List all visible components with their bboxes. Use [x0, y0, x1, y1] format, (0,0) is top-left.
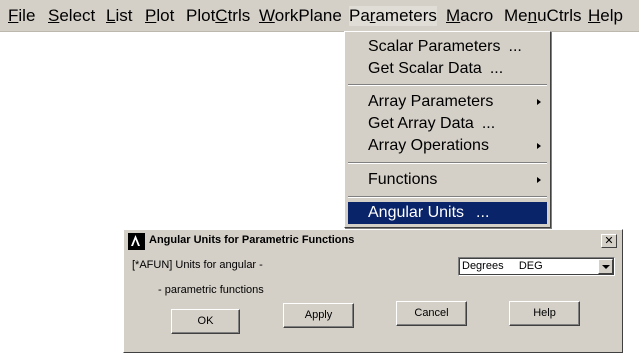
- menu-parameters[interactable]: Parameters: [349, 6, 437, 26]
- help-button[interactable]: Help: [509, 301, 580, 326]
- submenu-arrow-icon: [537, 143, 541, 149]
- ok-button[interactable]: OK: [171, 309, 240, 334]
- ansys-logo-icon: [128, 233, 145, 250]
- submenu-arrow-icon: [537, 99, 541, 105]
- menu-separator: [348, 84, 547, 86]
- menu-item-array-operations[interactable]: Array Operations: [348, 135, 547, 157]
- submenu-arrow-icon: [537, 177, 541, 183]
- menu-plotctrls[interactable]: PlotCtrls: [186, 6, 250, 26]
- angular-units-select[interactable]: Degrees DEG: [458, 257, 615, 276]
- dropdown-button[interactable]: [598, 259, 613, 274]
- menu-separator: [348, 162, 547, 164]
- menu-item-functions[interactable]: Functions: [348, 169, 547, 191]
- select-value: Degrees DEG: [462, 260, 543, 272]
- angular-units-dialog: Angular Units for Parametric Functions ✕…: [123, 229, 623, 353]
- menu-item-get-scalar-data[interactable]: Get Scalar Data...: [348, 58, 547, 80]
- menu-macro[interactable]: Macro: [446, 6, 493, 26]
- menu-workplane[interactable]: WorkPlane: [259, 6, 342, 26]
- menu-list[interactable]: List: [106, 6, 132, 26]
- menu-help[interactable]: Help: [588, 6, 623, 26]
- close-button[interactable]: ✕: [601, 234, 617, 248]
- dialog-titlebar[interactable]: Angular Units for Parametric Functions ✕: [126, 232, 620, 251]
- menu-plot[interactable]: Plot: [145, 6, 174, 26]
- cancel-button[interactable]: Cancel: [396, 301, 467, 326]
- menu-file[interactable]: File: [8, 6, 35, 26]
- menu-bar: File Select List Plot PlotCtrls WorkPlan…: [0, 0, 639, 32]
- menu-item-get-array-data[interactable]: Get Array Data...: [348, 113, 547, 135]
- menu-item-scalar-parameters[interactable]: Scalar Parameters...: [348, 36, 547, 58]
- chevron-down-icon: [602, 265, 610, 269]
- menu-select[interactable]: Select: [48, 6, 95, 26]
- apply-button[interactable]: Apply: [283, 303, 354, 328]
- menu-item-array-parameters[interactable]: Array Parameters: [348, 91, 547, 113]
- menu-menuctrls[interactable]: MenuCtrls: [504, 6, 582, 26]
- afun-prompt-label: [*AFUN] Units for angular -: [132, 259, 263, 271]
- dialog-title: Angular Units for Parametric Functions: [149, 234, 355, 246]
- parameters-dropdown: Scalar Parameters... Get Scalar Data... …: [344, 31, 551, 228]
- menu-item-angular-units[interactable]: Angular Units...: [348, 202, 547, 224]
- menu-separator: [348, 196, 547, 198]
- afun-prompt-label-cont: - parametric functions: [158, 284, 264, 296]
